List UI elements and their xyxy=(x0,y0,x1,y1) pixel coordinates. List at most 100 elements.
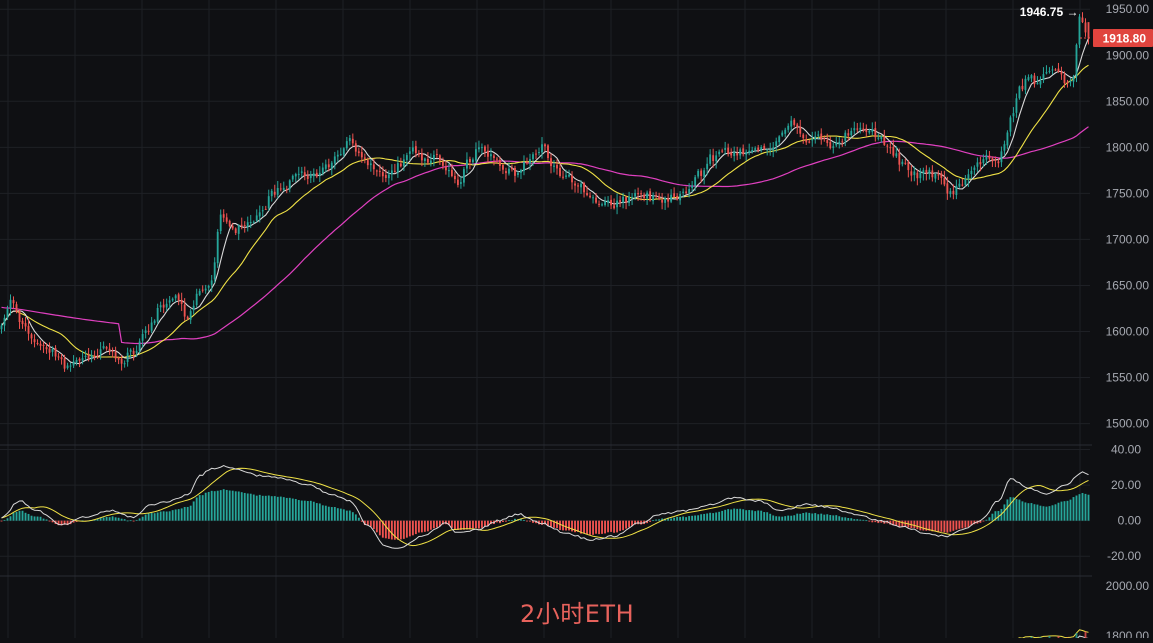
candle-body xyxy=(57,356,60,358)
candle-body xyxy=(1009,117,1012,132)
candle-body xyxy=(919,172,922,179)
macd-histogram-bar xyxy=(982,520,985,522)
macd-histogram-bar xyxy=(727,509,730,521)
candle-body xyxy=(955,185,958,196)
candle-body xyxy=(979,162,982,165)
candle-body xyxy=(490,154,492,157)
candle-body xyxy=(117,357,120,360)
candle-body xyxy=(375,170,378,172)
macd-histogram-bar xyxy=(345,510,348,521)
macd-histogram-bar xyxy=(141,516,144,521)
candle-body xyxy=(928,169,931,174)
candle-body xyxy=(583,183,585,193)
price-chart[interactable]: 1950.00 1900.00 1850.00 1800.00 1750.00 1700.… xyxy=(0,0,1153,643)
price-tick-label: 1500.00 xyxy=(1106,417,1150,431)
candle-body xyxy=(285,189,288,191)
macd-histogram-bar xyxy=(565,520,567,531)
candle-body xyxy=(327,164,330,168)
candle-body xyxy=(114,351,117,359)
candle-body xyxy=(535,153,537,155)
candle-body xyxy=(1051,69,1054,71)
candle-body xyxy=(934,174,937,179)
macd-histogram-bar xyxy=(315,503,318,521)
macd-histogram-bar xyxy=(138,518,141,521)
macd-histogram-bar xyxy=(27,513,30,521)
candle-body xyxy=(865,128,868,132)
candle-body xyxy=(147,330,150,332)
macd-histogram-bar xyxy=(781,516,784,521)
candle-body xyxy=(51,348,54,352)
macd-histogram-bar xyxy=(526,520,528,522)
macd-histogram-bar xyxy=(42,518,45,521)
macd-histogram-bar xyxy=(706,513,709,521)
macd-histogram-bar xyxy=(985,519,988,521)
candle-body xyxy=(240,224,243,226)
macd-histogram-bar xyxy=(189,505,192,521)
macd-histogram-bar xyxy=(613,520,615,533)
candle-body xyxy=(472,159,474,163)
macd-histogram-bar xyxy=(835,515,838,521)
macd-histogram-bar xyxy=(1045,506,1048,521)
macd-histogram-bar xyxy=(823,514,826,521)
macd-histogram-bar xyxy=(294,498,297,521)
candle-body xyxy=(556,164,558,169)
macd-histogram-bar xyxy=(1054,504,1057,521)
candle-body xyxy=(580,183,582,188)
macd-histogram-bar xyxy=(790,515,793,521)
candle-body xyxy=(270,190,273,197)
candle-body xyxy=(616,200,618,208)
macd-tick-label: -20.00 xyxy=(1107,549,1141,563)
candle-body xyxy=(48,348,51,353)
candle-body xyxy=(171,298,174,301)
candle-body xyxy=(18,310,21,323)
price-tick-label: 1850.00 xyxy=(1106,94,1150,108)
macd-histogram-bar xyxy=(688,516,691,521)
candle-body xyxy=(321,167,324,174)
macd-histogram-bar xyxy=(198,495,201,521)
candle-body xyxy=(324,164,327,169)
macd-histogram-bar xyxy=(676,516,679,521)
candle-body xyxy=(153,320,156,324)
candle-body xyxy=(841,141,844,143)
macd-histogram-bar xyxy=(814,513,817,521)
candle-body xyxy=(1036,83,1039,85)
macd-histogram-bar xyxy=(180,508,183,521)
candle-body xyxy=(529,159,531,164)
candle-body xyxy=(544,144,546,147)
candle-body xyxy=(880,136,883,140)
candle-body xyxy=(874,128,877,138)
candle-body xyxy=(571,175,573,183)
macd-histogram-bar xyxy=(931,520,934,532)
candle-body xyxy=(697,170,700,177)
macd-tick-label: 20.00 xyxy=(1111,478,1141,492)
macd-histogram-bar xyxy=(901,520,904,527)
candle-body xyxy=(1033,75,1036,85)
candle-body xyxy=(505,171,507,174)
macd-histogram-bar xyxy=(228,490,231,521)
macd-histogram-bar xyxy=(811,513,814,521)
candle-body xyxy=(745,152,748,155)
candle-body xyxy=(730,152,733,156)
candle-body xyxy=(652,195,655,202)
candlestick-series[interactable] xyxy=(0,12,1090,372)
macd-histogram-bar xyxy=(751,510,754,521)
candle-body xyxy=(949,191,952,195)
macd-histogram-bar xyxy=(703,513,706,521)
candle-body xyxy=(312,173,315,177)
candle-body xyxy=(592,197,594,199)
candle-body xyxy=(357,151,360,153)
candle-body xyxy=(796,124,799,128)
candle-body xyxy=(970,170,973,175)
macd-histogram-bar xyxy=(952,520,955,531)
candle-body xyxy=(54,348,57,357)
candle-body xyxy=(820,133,823,140)
candle-body xyxy=(694,177,697,186)
candle-body xyxy=(829,142,832,148)
macd-histogram-bar xyxy=(913,520,916,528)
candle-body xyxy=(1069,80,1072,83)
candle-body xyxy=(144,330,147,333)
macd-histogram-bar xyxy=(30,515,33,521)
candle-body xyxy=(964,178,967,185)
chart-canvas[interactable]: 1950.00 1900.00 1850.00 1800.00 1750.00 1700.… xyxy=(0,0,1153,643)
candle-body xyxy=(6,309,9,318)
